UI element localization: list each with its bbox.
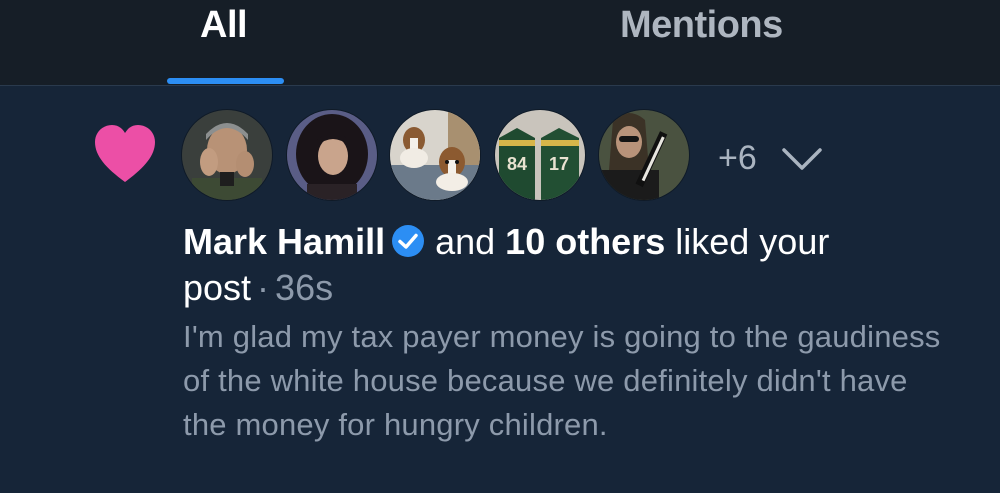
and-text: and (435, 221, 496, 262)
timestamp: 36s (275, 267, 334, 308)
like-notification[interactable]: 84 17 +6 Mark Hamill and 10 others liked… (0, 86, 1000, 493)
notification-headline: Mark Hamill and 10 others liked your pos… (183, 219, 963, 311)
avatar-dogs-on-couch[interactable] (390, 110, 480, 200)
separator-dot: · (257, 267, 270, 308)
avatar-man-hand-on-face[interactable] (182, 110, 272, 200)
selected-tab-indicator (167, 78, 284, 84)
svg-text:17: 17 (549, 154, 569, 174)
more-likers-count[interactable]: +6 (718, 139, 757, 178)
others-count[interactable]: 10 others (505, 221, 665, 262)
actor-name[interactable]: Mark Hamill (183, 221, 385, 262)
tab-mentions[interactable]: Mentions (620, 4, 783, 47)
post-preview-text[interactable]: I'm glad my tax payer money is going to … (183, 315, 943, 447)
avatar-green-jerseys[interactable]: 84 17 (495, 110, 585, 200)
notifications-tab-bar: All Mentions (0, 0, 1000, 86)
heart-icon (95, 125, 155, 182)
avatar-man-guitar[interactable] (599, 110, 689, 200)
verified-badge-icon (392, 225, 425, 257)
tab-all[interactable]: All (200, 4, 248, 47)
chevron-down-icon[interactable] (780, 144, 824, 174)
svg-text:84: 84 (507, 154, 527, 174)
avatar-woman-dark-hair[interactable] (287, 110, 377, 200)
